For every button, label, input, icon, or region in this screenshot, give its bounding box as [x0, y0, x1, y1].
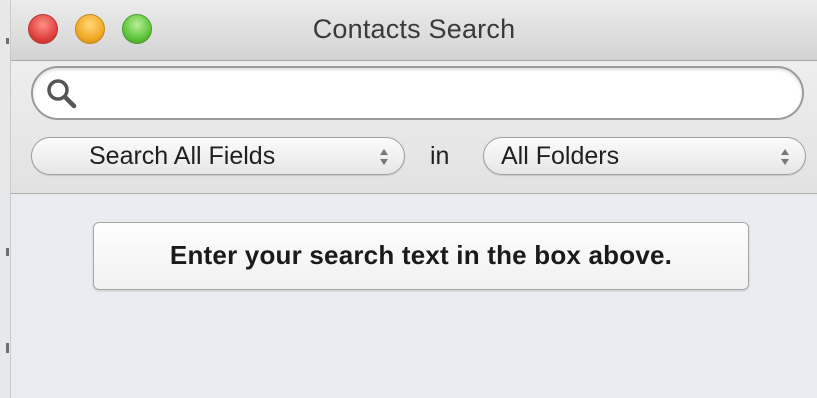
edge-tick	[6, 248, 9, 256]
search-fields-selected: Search All Fields	[89, 142, 276, 170]
search-input[interactable]	[85, 74, 789, 114]
instruction-message-box: Enter your search text in the box above.	[93, 222, 749, 290]
edge-tick	[6, 38, 9, 44]
folders-popup[interactable]: All Folders	[483, 137, 806, 175]
background-window-edge	[0, 0, 11, 398]
folders-selected: All Folders	[501, 142, 620, 170]
search-icon	[47, 79, 77, 109]
contacts-search-window: Contacts Search Search All Fields in All…	[0, 0, 817, 398]
search-toolbar: Search All Fields in All Folders	[11, 61, 817, 194]
title-bar: Contacts Search	[11, 0, 817, 61]
in-label: in	[430, 142, 450, 170]
edge-tick	[6, 343, 9, 353]
stepper-arrows-icon	[380, 149, 388, 165]
stepper-arrows-icon	[781, 149, 789, 165]
search-fields-popup[interactable]: Search All Fields	[31, 137, 405, 175]
search-field[interactable]	[31, 66, 804, 120]
instruction-message: Enter your search text in the box above.	[169, 240, 673, 270]
window-title: Contacts Search	[312, 14, 516, 44]
